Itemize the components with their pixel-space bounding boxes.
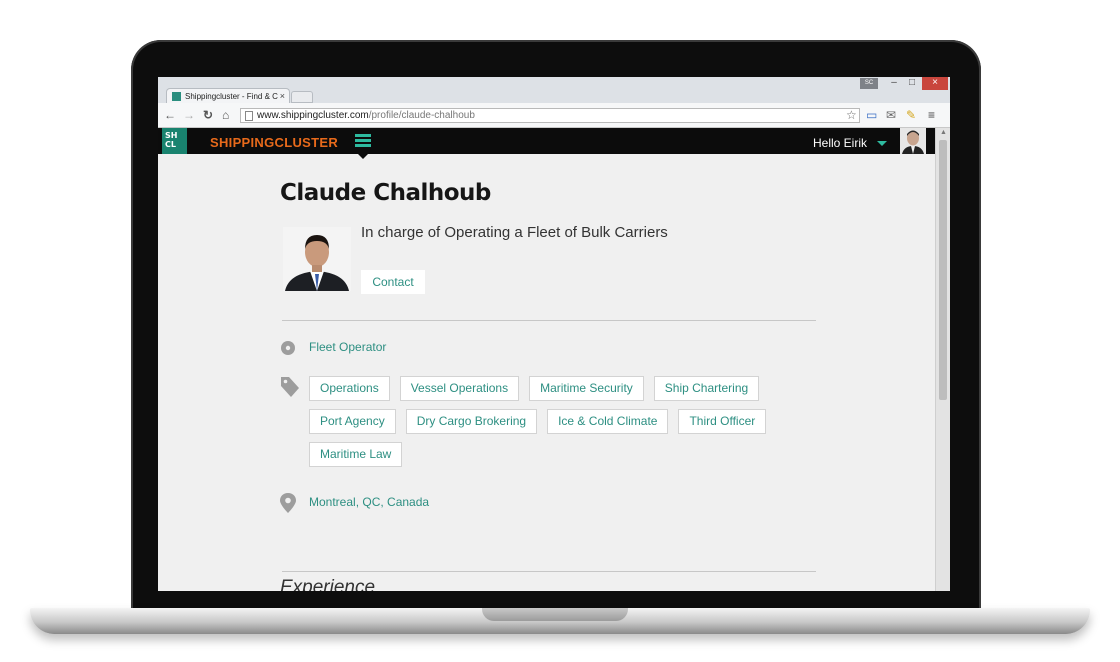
user-greeting[interactable]: Hello Eirik xyxy=(813,136,867,150)
url-path: /profile/claude-chalhoub xyxy=(368,110,475,121)
tag-icon xyxy=(280,376,300,398)
profile-content: Claude Chalhoub In charge of Operating a… xyxy=(280,154,820,591)
tab-title: Shippingcluster - Find & C xyxy=(185,92,278,101)
brand-name[interactable]: SHIPPINGCLUSTER xyxy=(210,135,338,150)
page-scrollbar[interactable]: ▲ xyxy=(935,128,950,591)
site-favicon-icon xyxy=(172,92,181,101)
tag-third-officer[interactable]: Third Officer xyxy=(678,409,767,434)
mail-icon[interactable]: ✉ xyxy=(886,108,896,122)
tag-vessel-operations[interactable]: Vessel Operations xyxy=(399,376,520,401)
site-logo[interactable]: SH CL xyxy=(162,128,187,154)
avatar[interactable] xyxy=(900,128,926,154)
url-domain: www.shippingcluster.com xyxy=(257,110,369,121)
tag-ship-chartering[interactable]: Ship Chartering xyxy=(653,376,760,401)
profile-role[interactable]: Fleet Operator xyxy=(309,340,386,354)
browser-tab[interactable]: Shippingcluster - Find & C × xyxy=(166,88,290,104)
tag-maritime-law[interactable]: Maritime Law xyxy=(309,442,403,467)
page-title: Claude Chalhoub xyxy=(280,180,491,206)
scroll-thumb[interactable] xyxy=(939,140,947,400)
profile-badge[interactable]: SC xyxy=(860,78,878,89)
logo-line-2: CL xyxy=(165,140,176,149)
hamburger-menu-icon[interactable] xyxy=(355,134,371,148)
address-bar[interactable]: www.shippingcluster.com/profile/claude-c… xyxy=(240,108,860,123)
scroll-up-icon[interactable]: ▲ xyxy=(940,129,947,136)
tag-maritime-security[interactable]: Maritime Security xyxy=(529,376,644,401)
profile-location[interactable]: Montreal, QC, Canada xyxy=(309,495,429,509)
experience-heading: Experience xyxy=(280,577,376,591)
reload-icon[interactable]: ↻ xyxy=(203,108,213,122)
logo-line-1: SH xyxy=(165,131,178,140)
section-divider xyxy=(282,320,816,321)
skill-tags: Operations Vessel Operations Maritime Se… xyxy=(309,376,779,475)
chrome-menu-icon[interactable]: ≡ xyxy=(928,108,935,122)
section-divider xyxy=(282,571,816,572)
cast-icon[interactable]: ▭ xyxy=(866,108,877,122)
role-icon xyxy=(280,340,296,356)
page-icon xyxy=(245,111,253,121)
profile-headline: In charge of Operating a Fleet of Bulk C… xyxy=(361,224,668,241)
contact-button[interactable]: Contact xyxy=(361,270,425,294)
tab-close-icon[interactable]: × xyxy=(280,91,285,101)
pencil-icon[interactable]: ✎ xyxy=(906,108,916,122)
maximize-button[interactable]: □ xyxy=(904,77,920,90)
chevron-down-icon[interactable] xyxy=(877,141,887,146)
location-pin-icon xyxy=(280,493,296,513)
tag-operations[interactable]: Operations xyxy=(309,376,390,401)
laptop-notch xyxy=(482,608,628,621)
new-tab-button[interactable] xyxy=(291,91,313,103)
browser-toolbar: ← → ↻ ⌂ www.shippingcluster.com/profile/… xyxy=(158,103,950,128)
browser-tabbar: Shippingcluster - Find & C × SC – □ × xyxy=(158,77,950,104)
tag-ice-cold-climate[interactable]: Ice & Cold Climate xyxy=(547,409,669,434)
laptop-screen: Shippingcluster - Find & C × SC – □ × ← … xyxy=(158,77,950,591)
back-icon[interactable]: ← xyxy=(164,108,176,122)
site-header: SH CL SHIPPINGCLUSTER Hello Eirik xyxy=(158,128,935,159)
bookmark-star-icon[interactable]: ☆ xyxy=(846,108,857,122)
minimize-button[interactable]: – xyxy=(886,77,902,90)
tag-dry-cargo-brokering[interactable]: Dry Cargo Brokering xyxy=(405,409,538,434)
profile-photo xyxy=(283,227,351,291)
forward-icon[interactable]: → xyxy=(183,108,195,122)
close-window-button[interactable]: × xyxy=(922,77,948,90)
home-icon[interactable]: ⌂ xyxy=(222,108,229,122)
tag-port-agency[interactable]: Port Agency xyxy=(309,409,396,434)
